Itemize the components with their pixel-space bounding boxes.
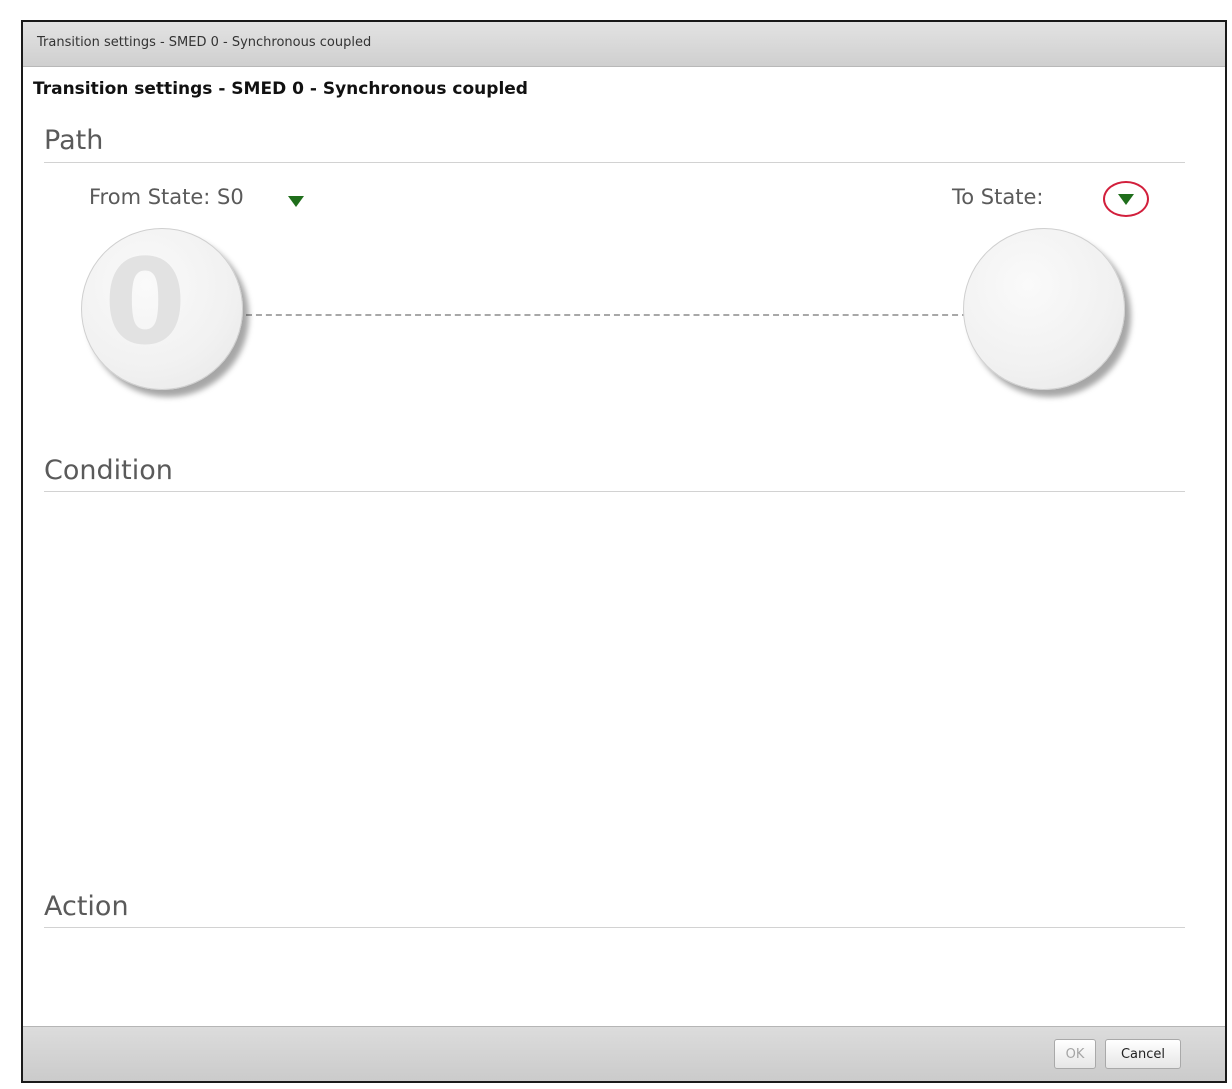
to-state-dropdown-button[interactable]: [1103, 181, 1149, 217]
from-state-node-glyph: 0: [104, 233, 187, 371]
condition-section-divider: [44, 491, 1185, 492]
dialog-heading: Transition settings - SMED 0 - Synchrono…: [33, 79, 528, 99]
from-state-dropdown-icon[interactable]: [288, 196, 304, 207]
path-section-divider: [44, 162, 1185, 163]
window-titlebar: Transition settings - SMED 0 - Synchrono…: [23, 22, 1225, 67]
dialog-footer: OK Cancel: [23, 1026, 1225, 1081]
from-state-label: From State: S0: [89, 185, 244, 209]
action-section-title: Action: [44, 891, 129, 922]
condition-section-title: Condition: [44, 455, 173, 486]
transition-settings-window: Transition settings - SMED 0 - Synchrono…: [21, 20, 1227, 1083]
to-state-dropdown-icon: [1118, 194, 1134, 205]
window-title: Transition settings - SMED 0 - Synchrono…: [37, 35, 372, 50]
to-state-node[interactable]: [963, 228, 1125, 390]
transition-path-connector: [246, 314, 968, 316]
path-section-title: Path: [44, 125, 104, 156]
from-state-node[interactable]: 0: [81, 228, 243, 390]
to-state-label: To State:: [952, 185, 1044, 209]
action-section-divider: [44, 927, 1185, 928]
cancel-button[interactable]: Cancel: [1105, 1039, 1181, 1069]
ok-button[interactable]: OK: [1054, 1039, 1096, 1069]
